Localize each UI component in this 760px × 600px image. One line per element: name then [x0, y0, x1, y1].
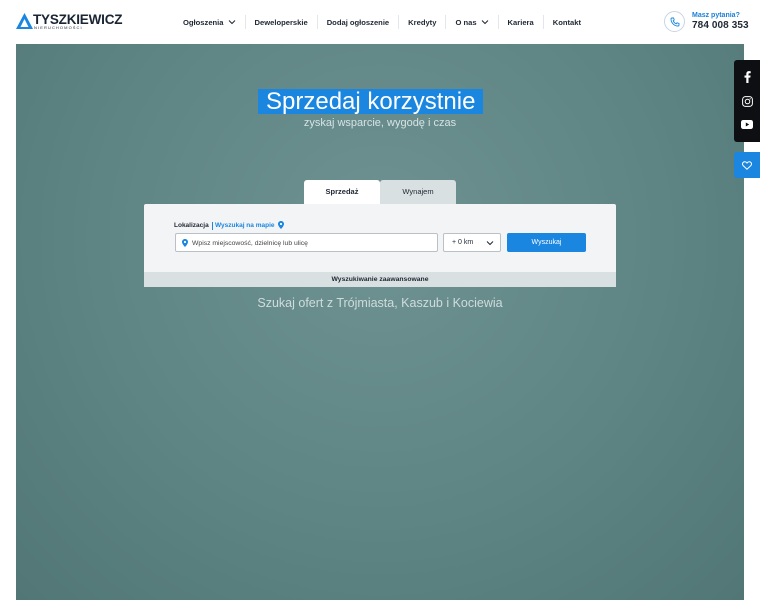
logo[interactable]: TYSZKIEWICZ NIERUCHOMOŚCI: [16, 12, 122, 32]
nav-item-kontakt[interactable]: Kontakt: [542, 15, 590, 29]
location-label: Lokalizacja: [174, 222, 209, 229]
youtube-icon: [741, 119, 753, 129]
facebook-icon: [744, 71, 751, 83]
search-button[interactable]: Wyszukaj: [507, 233, 586, 252]
nav-item-label: Ogłoszenia: [183, 17, 224, 27]
map-search-link[interactable]: Wyszukaj na mapie: [215, 222, 275, 229]
nav-item-dodaj-ogloszenie[interactable]: Dodaj ogłoszenie: [316, 15, 398, 29]
page: TYSZKIEWICZ NIERUCHOMOŚCI Ogłoszenia Dew…: [0, 0, 760, 600]
contact-phone[interactable]: 784 008 353: [692, 20, 749, 31]
instagram-link[interactable]: [741, 95, 753, 107]
facebook-link[interactable]: [741, 71, 753, 83]
divider: [212, 222, 213, 230]
contact-question: Masz pytania?: [692, 12, 740, 19]
chevron-down-icon: [228, 20, 235, 25]
nav-item-label: O nas: [455, 17, 477, 27]
site-header: TYSZKIEWICZ NIERUCHOMOŚCI Ogłoszenia Dew…: [0, 0, 760, 44]
hero-title: Sprzedaj korzystnie: [258, 89, 484, 114]
heart-icon: [742, 160, 752, 170]
youtube-link[interactable]: [741, 118, 753, 130]
nav-item-deweloperskie[interactable]: Deweloperskie: [244, 15, 317, 29]
tab-wynajem[interactable]: Wynajem: [380, 180, 456, 204]
distance-select[interactable]: + 0 km: [443, 233, 501, 252]
nav-item-ogloszenia[interactable]: Ogłoszenia: [174, 15, 245, 29]
location-input[interactable]: [192, 236, 432, 250]
location-field[interactable]: [175, 233, 438, 252]
distance-value: + 0 km: [452, 239, 474, 246]
map-pin-icon: [278, 221, 284, 229]
social-links: [734, 60, 760, 142]
tab-sprzedaz[interactable]: Sprzedaż: [304, 180, 380, 204]
nav-item-o-nas[interactable]: O nas: [445, 15, 497, 29]
main-nav: Ogłoszenia Deweloperskie Dodaj ogłoszeni…: [174, 14, 590, 30]
logo-mark-icon: [16, 13, 33, 29]
search-tabs: Sprzedaż Wynajem: [304, 180, 456, 204]
nav-item-label: Kredyty: [408, 17, 437, 27]
location-pin-icon: [182, 239, 188, 247]
phone-icon: [670, 17, 679, 26]
chevron-down-icon: [486, 241, 494, 246]
hero-subtitle: zyskaj wsparcie, wygodę i czas: [303, 117, 457, 129]
nav-item-label: Deweloperskie: [254, 17, 308, 27]
nav-item-kredyty[interactable]: Kredyty: [398, 15, 445, 29]
nav-item-label: Dodaj ogłoszenie: [326, 17, 390, 27]
nav-item-label: Kariera: [507, 17, 534, 27]
chevron-down-icon: [481, 20, 488, 25]
phone-button[interactable]: [664, 11, 685, 32]
logo-tagline: NIERUCHOMOŚCI: [34, 25, 83, 30]
search-panel: Lokalizacja Wyszukaj na mapie + 0 km Wys…: [144, 204, 616, 287]
advanced-search-toggle[interactable]: Wyszukiwanie zaawansowane: [144, 272, 616, 287]
instagram-icon: [741, 95, 753, 107]
nav-item-label: Kontakt: [552, 17, 581, 27]
favorites-button[interactable]: [734, 152, 760, 178]
hero-bottom-text: Szukaj ofert z Trójmiasta, Kaszub i Koci…: [257, 296, 503, 310]
nav-item-kariera[interactable]: Kariera: [497, 15, 543, 29]
